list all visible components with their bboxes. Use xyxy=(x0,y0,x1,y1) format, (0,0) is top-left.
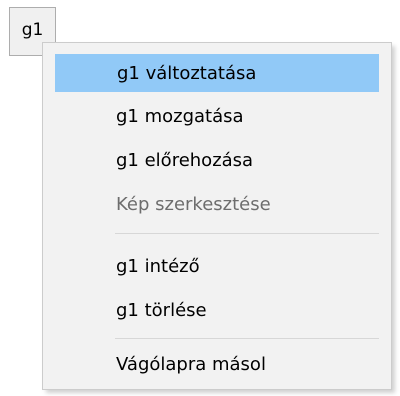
context-menu: g1 változtatása g1 mozgatása g1 előrehoz… xyxy=(42,42,392,390)
menu-separator xyxy=(115,233,379,234)
menu-item-delete-g1[interactable]: g1 törlése xyxy=(55,292,379,330)
menu-item-edit-image: Kép szerkesztése xyxy=(116,194,271,215)
menu-item-change-g1[interactable]: g1 változtatása xyxy=(55,54,379,92)
menu-item-g1-manager[interactable]: g1 intéző xyxy=(55,248,379,286)
menu-separator xyxy=(115,338,379,339)
menu-item-bring-forward-g1[interactable]: g1 előrehozása xyxy=(55,142,379,180)
menu-item-copy-to-clipboard[interactable]: Vágólapra másol xyxy=(55,346,379,384)
menu-item-move-g1[interactable]: g1 mozgatása xyxy=(55,98,379,136)
